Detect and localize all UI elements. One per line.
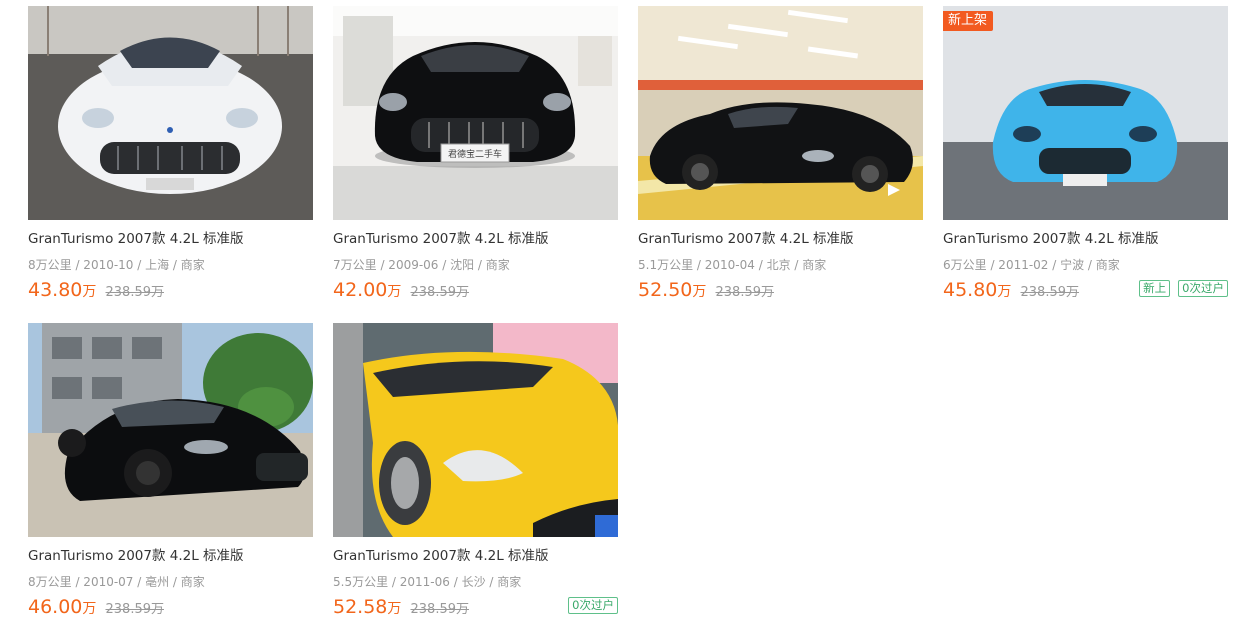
car-photo-image: 君德宝二手车	[333, 6, 618, 220]
price-row: 52.50万 238.59万	[638, 278, 923, 302]
car-photo[interactable]	[638, 6, 923, 220]
car-photo-image	[638, 6, 923, 220]
car-photo[interactable]: 新上架	[943, 6, 1228, 220]
listing-meta: 6万公里 / 2011-02 / 宁波 / 商家	[943, 258, 1120, 272]
price-unit: 万	[387, 601, 402, 617]
listing-card[interactable]: GranTurismo 2007款 4.2L 标准版 5.1万公里 / 2010…	[638, 6, 923, 302]
listing-meta: 8万公里 / 2010-07 / 亳州 / 商家	[28, 575, 205, 589]
plate-text: 君德宝二手车	[448, 148, 502, 160]
car-photo-image	[333, 323, 618, 537]
listing-card[interactable]: 君德宝二手车 GranTurismo 2007款 4.2L 标准版 7万公里 /…	[333, 6, 618, 302]
price-row: 52.58万 238.59万 0次过户	[333, 595, 618, 619]
price-row: 45.80万 238.59万 新上 0次过户	[943, 278, 1228, 302]
price: 52.50万	[638, 279, 706, 301]
listing-title[interactable]: GranTurismo 2007款 4.2L 标准版	[333, 230, 618, 248]
car-photo-image	[28, 323, 313, 537]
badge-group: 新上 0次过户	[1139, 280, 1228, 297]
listing-meta: 8万公里 / 2010-10 / 上海 / 商家	[28, 258, 205, 272]
price-row: 42.00万 238.59万	[333, 278, 618, 302]
original-price: 238.59万	[715, 285, 775, 300]
listing-card[interactable]: GranTurismo 2007款 4.2L 标准版 8万公里 / 2010-0…	[28, 323, 313, 619]
listing-card[interactable]: GranTurismo 2007款 4.2L 标准版 5.5万公里 / 2011…	[333, 323, 618, 619]
price: 45.80万	[943, 279, 1011, 301]
price-value: 45.80	[943, 279, 998, 301]
price: 43.80万	[28, 279, 96, 301]
listing-card[interactable]: 新上架 GranTurismo 2007款 4.2L 标准版 6万公里 / 20…	[943, 6, 1228, 302]
car-photo[interactable]	[28, 323, 313, 537]
price-value: 46.00	[28, 596, 83, 618]
price-unit: 万	[692, 284, 707, 300]
car-photo-image	[943, 6, 1228, 220]
price-unit: 万	[82, 601, 97, 617]
new-badge: 新上	[1139, 280, 1171, 297]
car-photo[interactable]	[333, 323, 618, 537]
price-value: 52.58	[333, 596, 388, 618]
price-row: 46.00万 238.59万	[28, 595, 313, 619]
price: 42.00万	[333, 279, 401, 301]
original-price: 238.59万	[105, 602, 165, 617]
listing-meta: 5.1万公里 / 2010-04 / 北京 / 商家	[638, 258, 827, 272]
listing-title[interactable]: GranTurismo 2007款 4.2L 标准版	[638, 230, 923, 248]
car-photo-image	[28, 6, 313, 220]
price-value: 42.00	[333, 279, 388, 301]
car-photo[interactable]: 君德宝二手车	[333, 6, 618, 220]
original-price: 238.59万	[1020, 285, 1080, 300]
car-photo[interactable]	[28, 6, 313, 220]
transfer-count-badge: 0次过户	[568, 597, 618, 614]
price-value: 52.50	[638, 279, 693, 301]
badge-group: 0次过户	[568, 597, 618, 614]
original-price: 238.59万	[410, 602, 470, 617]
listing-title[interactable]: GranTurismo 2007款 4.2L 标准版	[28, 547, 313, 565]
listing-title[interactable]: GranTurismo 2007款 4.2L 标准版	[943, 230, 1228, 248]
price-row: 43.80万 238.59万	[28, 278, 313, 302]
price-unit: 万	[82, 284, 97, 300]
price-unit: 万	[997, 284, 1012, 300]
original-price: 238.59万	[105, 285, 165, 300]
price: 46.00万	[28, 596, 96, 618]
listing-meta: 7万公里 / 2009-06 / 沈阳 / 商家	[333, 258, 510, 272]
price-value: 43.80	[28, 279, 83, 301]
original-price: 238.59万	[410, 285, 470, 300]
listing-meta: 5.5万公里 / 2011-06 / 长沙 / 商家	[333, 575, 522, 589]
price-unit: 万	[387, 284, 402, 300]
listing-card[interactable]: GranTurismo 2007款 4.2L 标准版 8万公里 / 2010-1…	[28, 6, 313, 302]
price: 52.58万	[333, 596, 401, 618]
new-listing-tag: 新上架	[943, 11, 994, 31]
transfer-count-badge: 0次过户	[1178, 280, 1228, 297]
listing-title[interactable]: GranTurismo 2007款 4.2L 标准版	[333, 547, 618, 565]
listing-title[interactable]: GranTurismo 2007款 4.2L 标准版	[28, 230, 313, 248]
